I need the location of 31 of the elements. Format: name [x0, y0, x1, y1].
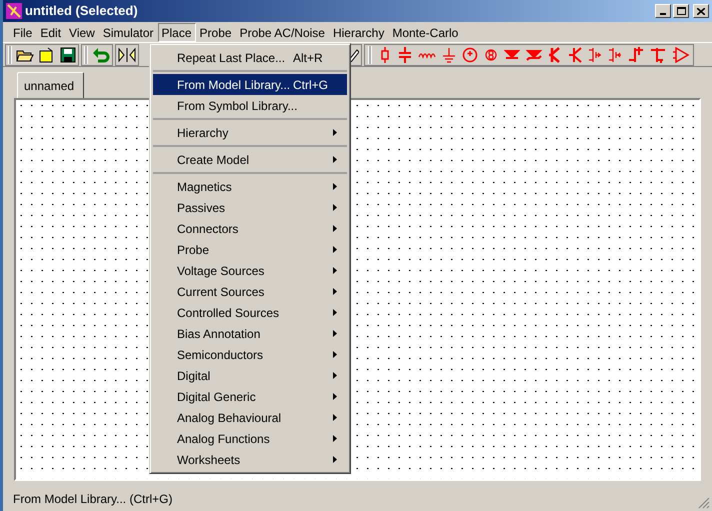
menu-option[interactable]: Magnetics	[153, 176, 347, 197]
menu-item[interactable]: Simulator	[98, 22, 158, 42]
menu-option[interactable]: Digital	[153, 365, 347, 386]
menu-option[interactable]: Digital Generic	[153, 386, 347, 407]
menu-option[interactable]: Analog Behavioural	[153, 407, 347, 428]
menu-item[interactable]: Probe	[196, 22, 236, 42]
menu-option[interactable]: Probe	[153, 239, 347, 260]
window-title: untitled (Selected)	[25, 2, 138, 20]
menu-option[interactable]: Connectors	[153, 218, 347, 239]
menu-item[interactable]: Edit	[36, 22, 66, 42]
tab[interactable]: unnamed	[17, 72, 84, 98]
menu-option[interactable]: Passives	[153, 197, 347, 218]
menu-option[interactable]: Repeat Last Place... Alt+R	[153, 47, 347, 72]
menu-item[interactable]: View	[65, 22, 99, 42]
menu-option[interactable]: Semiconductors	[153, 344, 347, 365]
menu-option[interactable]: Analog Functions	[153, 428, 347, 449]
menu-option[interactable]: Voltage Sources	[153, 260, 347, 281]
menu-option[interactable]: Hierarchy	[153, 122, 347, 147]
menu-item[interactable]: Place	[158, 22, 196, 42]
menu-option[interactable]: From Symbol Library...	[153, 95, 347, 120]
menu-item[interactable]: Monte-Carlo	[388, 22, 462, 42]
status-text: From Model Library... (Ctrl+G)	[13, 491, 172, 508]
menu-option[interactable]: Worksheets	[153, 449, 347, 470]
menu-option[interactable]: From Model Library... Ctrl+G	[153, 74, 347, 95]
menu-option[interactable]: Create Model	[153, 149, 347, 174]
menu-item[interactable]: File	[9, 22, 36, 42]
menu-item[interactable]: Probe AC/Noise	[236, 22, 329, 42]
menu-option[interactable]: Controlled Sources	[153, 302, 347, 323]
menu-option[interactable]: Bias Annotation	[153, 323, 347, 344]
menu-option[interactable]: Current Sources	[153, 281, 347, 302]
menu-item[interactable]: Hierarchy	[328, 22, 388, 42]
